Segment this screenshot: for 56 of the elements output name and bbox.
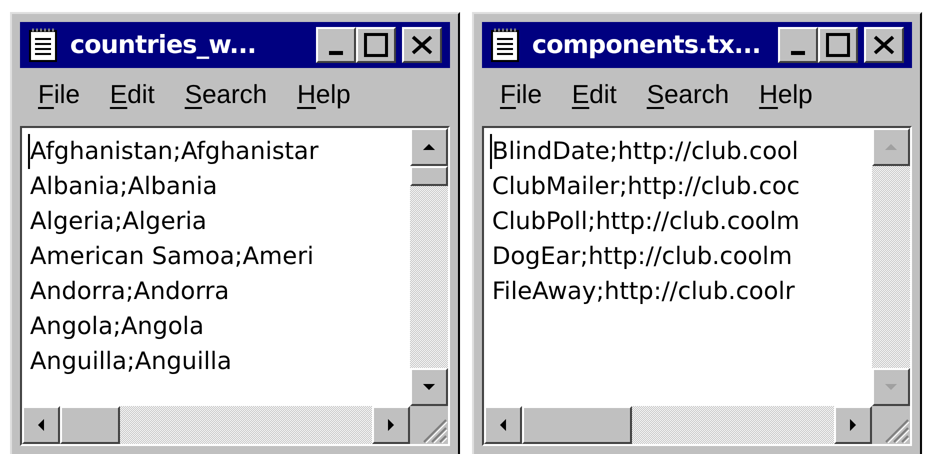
resize-grip[interactable] [872, 406, 910, 444]
text-line: Anguilla;Anguilla [29, 346, 233, 377]
maximize-button[interactable] [818, 27, 858, 63]
menu-item[interactable]: File [38, 74, 80, 114]
menu-item[interactable]: Search [184, 74, 268, 114]
arrow-down-icon [883, 381, 899, 393]
scroll-up-button[interactable] [410, 128, 448, 166]
scroll-right-button[interactable] [372, 406, 410, 444]
text-line: FileAway;http://club.coolr [491, 276, 796, 307]
close-icon [873, 35, 895, 55]
window-title: countries_w... [70, 29, 258, 62]
text-line: American Samoa;Ameri [29, 241, 315, 272]
text-line: Andorra;Andorra [29, 276, 230, 307]
arrow-right-icon [847, 417, 859, 433]
text-line: Algeria;Algeria [29, 206, 208, 237]
maximize-icon [364, 33, 388, 57]
arrow-right-icon [385, 417, 397, 433]
scroll-left-button[interactable] [484, 406, 522, 444]
scroll-thumb[interactable] [410, 166, 448, 186]
close-button[interactable] [402, 27, 442, 63]
window-title: components.tx... [532, 29, 762, 62]
menu-item[interactable]: Help [759, 74, 813, 114]
maximize-button[interactable] [356, 27, 396, 63]
scroll-thumb[interactable] [522, 406, 632, 444]
arrow-up-icon [883, 141, 899, 153]
arrow-down-icon [421, 381, 437, 393]
scroll-right-button[interactable] [834, 406, 872, 444]
minimize-icon [329, 51, 343, 55]
text-line: Albania;Albania [29, 171, 218, 202]
text-line: ClubPoll;http://club.coolm [491, 206, 801, 237]
close-icon [411, 35, 433, 55]
text-line: Angola;Angola [29, 311, 205, 342]
scroll-down-button[interactable] [410, 368, 448, 406]
text-line: ClubMailer;http://club.coc [491, 171, 801, 202]
menu-item[interactable]: File [500, 74, 542, 114]
text-line: DogEar;http://club.coolm [491, 241, 794, 272]
menu-item[interactable]: Search [646, 74, 730, 114]
scroll-left-button[interactable] [22, 406, 60, 444]
notepad-icon [490, 27, 520, 63]
menu-item[interactable]: Edit [572, 74, 617, 114]
vertical-scrollbar[interactable] [872, 128, 910, 406]
maximize-icon [826, 33, 850, 57]
notepad-icon [28, 27, 58, 63]
minimize-button[interactable] [778, 27, 818, 63]
scroll-thumb[interactable] [60, 406, 120, 444]
minimize-button[interactable] [316, 27, 356, 63]
minimize-icon [791, 51, 805, 55]
close-button[interactable] [864, 27, 904, 63]
resize-grip[interactable] [410, 406, 448, 444]
vertical-scrollbar[interactable] [410, 128, 448, 406]
horizontal-scrollbar[interactable] [22, 406, 410, 444]
arrow-up-icon [421, 141, 437, 153]
menu-item[interactable]: Help [297, 74, 351, 114]
scroll-down-button[interactable] [872, 368, 910, 406]
horizontal-scrollbar[interactable] [484, 406, 872, 444]
menu-item[interactable]: Edit [110, 74, 155, 114]
